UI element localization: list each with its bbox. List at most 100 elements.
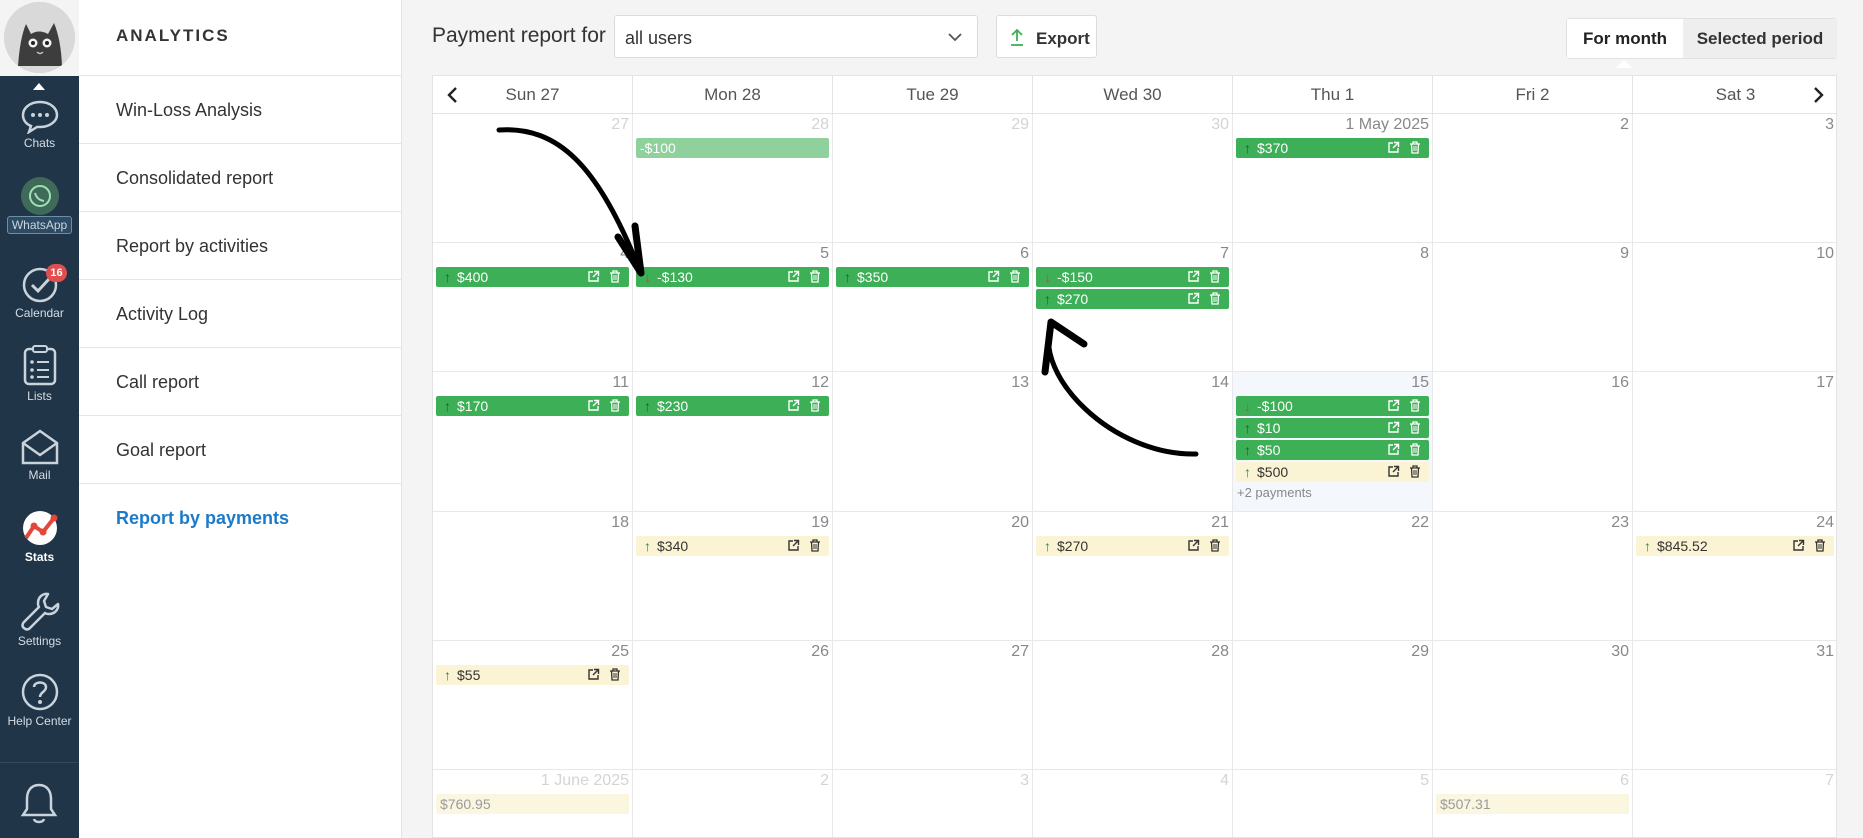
rail-lists[interactable]: Lists: [0, 345, 79, 403]
open-external-icon[interactable]: [587, 399, 600, 412]
trash-icon[interactable]: [609, 399, 621, 412]
calendar-day-cell[interactable]: 13: [833, 372, 1033, 512]
open-external-icon[interactable]: [787, 539, 800, 552]
calendar-day-cell[interactable]: 15 ↓ -$100 ↑ $10 ↑ $50 ↑ $500 +2 payments: [1233, 372, 1433, 512]
open-external-icon[interactable]: [1187, 292, 1200, 305]
calendar-day-cell[interactable]: 23: [1433, 512, 1633, 641]
trash-icon[interactable]: [1409, 421, 1421, 434]
rail-scroll-up-icon[interactable]: [33, 83, 45, 90]
trash-icon[interactable]: [609, 270, 621, 283]
trash-icon[interactable]: [809, 270, 821, 283]
calendar-day-cell[interactable]: 28: [1033, 641, 1233, 770]
prev-month-chevron-left-icon[interactable]: [443, 85, 463, 105]
calendar-day-cell[interactable]: 31: [1633, 641, 1836, 770]
calendar-day-cell[interactable]: 24 ↑ $845.52: [1633, 512, 1836, 641]
open-external-icon[interactable]: [1387, 421, 1400, 434]
trash-icon[interactable]: [1009, 270, 1021, 283]
payment-chip[interactable]: ↑ $370: [1236, 138, 1429, 158]
open-external-icon[interactable]: [1187, 539, 1200, 552]
calendar-day-cell[interactable]: 18: [433, 512, 633, 641]
calendar-day-cell[interactable]: 7 ↓ -$150 ↑ $270: [1033, 243, 1233, 372]
payment-chip[interactable]: ↑ $270: [1036, 536, 1229, 556]
trash-icon[interactable]: [1209, 292, 1221, 305]
rail-settings[interactable]: Settings: [0, 590, 79, 648]
calendar-day-cell[interactable]: 2: [1433, 114, 1633, 243]
calendar-day-cell[interactable]: 25 ↑ $55: [433, 641, 633, 770]
payment-chip[interactable]: ↓ -$150: [1036, 267, 1229, 287]
more-payments-link[interactable]: +2 payments: [1237, 485, 1312, 500]
open-external-icon[interactable]: [1187, 270, 1200, 283]
payment-chip[interactable]: ↑ $10: [1236, 418, 1429, 438]
calendar-day-cell[interactable]: 9: [1433, 243, 1633, 372]
payment-chip[interactable]: ↑ $500: [1236, 462, 1429, 482]
payment-chip[interactable]: $760.95: [436, 794, 629, 814]
calendar-day-cell[interactable]: 8: [1233, 243, 1433, 372]
menu-item-win-loss-analysis[interactable]: Win-Loss Analysis: [79, 76, 402, 144]
calendar-day-cell[interactable]: 20: [833, 512, 1033, 641]
tab-selected-period[interactable]: Selected period: [1683, 19, 1837, 58]
payment-chip[interactable]: $507.31: [1436, 794, 1629, 814]
payment-chip[interactable]: ↓ -$130: [636, 267, 829, 287]
payment-chip[interactable]: ↑ $350: [836, 267, 1029, 287]
payment-chip[interactable]: ↑ $50: [1236, 440, 1429, 460]
rail-stats[interactable]: Stats: [0, 508, 79, 564]
calendar-day-cell[interactable]: 14: [1033, 372, 1233, 512]
calendar-day-cell[interactable]: 17: [1633, 372, 1836, 512]
menu-item-report-by-payments[interactable]: Report by payments: [79, 484, 402, 552]
calendar-day-cell[interactable]: 3: [833, 770, 1033, 837]
menu-item-report-by-activities[interactable]: Report by activities: [79, 212, 402, 280]
open-external-icon[interactable]: [1387, 399, 1400, 412]
calendar-day-cell[interactable]: 1 June 2025 $760.95: [433, 770, 633, 837]
calendar-day-cell[interactable]: 6 ↑ $350: [833, 243, 1033, 372]
payment-chip[interactable]: ↓ -$100: [1236, 396, 1429, 416]
tab-for-month[interactable]: For month: [1567, 19, 1683, 58]
calendar-day-cell[interactable]: 10: [1633, 243, 1836, 372]
trash-icon[interactable]: [1409, 443, 1421, 456]
trash-icon[interactable]: [1209, 270, 1221, 283]
calendar-day-cell[interactable]: 11 ↑ $170: [433, 372, 633, 512]
payment-chip[interactable]: ↑ $230: [636, 396, 829, 416]
payment-chip[interactable]: ↑ $400: [436, 267, 629, 287]
calendar-day-cell[interactable]: 27: [433, 114, 633, 243]
calendar-day-cell[interactable]: 29: [833, 114, 1033, 243]
next-month-chevron-right-icon[interactable]: [1808, 85, 1828, 105]
calendar-day-cell[interactable]: 26: [633, 641, 833, 770]
trash-icon[interactable]: [1209, 539, 1221, 552]
calendar-day-cell[interactable]: 5 ↓ -$130: [633, 243, 833, 372]
open-external-icon[interactable]: [987, 270, 1000, 283]
open-external-icon[interactable]: [1387, 465, 1400, 478]
open-external-icon[interactable]: [787, 270, 800, 283]
open-external-icon[interactable]: [587, 270, 600, 283]
calendar-day-cell[interactable]: 3: [1633, 114, 1836, 243]
payment-chip[interactable]: ↑ $55: [436, 665, 629, 685]
payment-chip[interactable]: ↑ $270: [1036, 289, 1229, 309]
menu-item-activity-log[interactable]: Activity Log: [79, 280, 402, 348]
payment-chip[interactable]: -$100: [636, 138, 829, 158]
open-external-icon[interactable]: [1387, 443, 1400, 456]
calendar-day-cell[interactable]: 4: [1033, 770, 1233, 837]
rail-chats[interactable]: Chats: [0, 98, 79, 150]
export-button[interactable]: Export: [996, 15, 1097, 58]
menu-item-goal-report[interactable]: Goal report: [79, 416, 402, 484]
notifications-bell[interactable]: [0, 762, 79, 838]
calendar-day-cell[interactable]: 4 ↑ $400: [433, 243, 633, 372]
avatar[interactable]: [4, 2, 75, 73]
rail-whatsapp[interactable]: WhatsApp: [0, 176, 79, 234]
trash-icon[interactable]: [1814, 539, 1826, 552]
payment-chip[interactable]: ↑ $845.52: [1636, 536, 1834, 556]
calendar-day-cell[interactable]: 12 ↑ $230: [633, 372, 833, 512]
trash-icon[interactable]: [1409, 399, 1421, 412]
calendar-day-cell[interactable]: 21 ↑ $270: [1033, 512, 1233, 641]
user-filter-select[interactable]: all users: [614, 15, 978, 58]
calendar-day-cell[interactable]: 16: [1433, 372, 1633, 512]
calendar-day-cell[interactable]: 30: [1433, 641, 1633, 770]
trash-icon[interactable]: [809, 399, 821, 412]
calendar-day-cell[interactable]: 30: [1033, 114, 1233, 243]
trash-icon[interactable]: [809, 539, 821, 552]
trash-icon[interactable]: [609, 668, 621, 681]
calendar-day-cell[interactable]: 29: [1233, 641, 1433, 770]
payment-chip[interactable]: ↑ $170: [436, 396, 629, 416]
rail-mail[interactable]: Mail: [0, 428, 79, 482]
calendar-day-cell[interactable]: 19 ↑ $340: [633, 512, 833, 641]
open-external-icon[interactable]: [787, 399, 800, 412]
